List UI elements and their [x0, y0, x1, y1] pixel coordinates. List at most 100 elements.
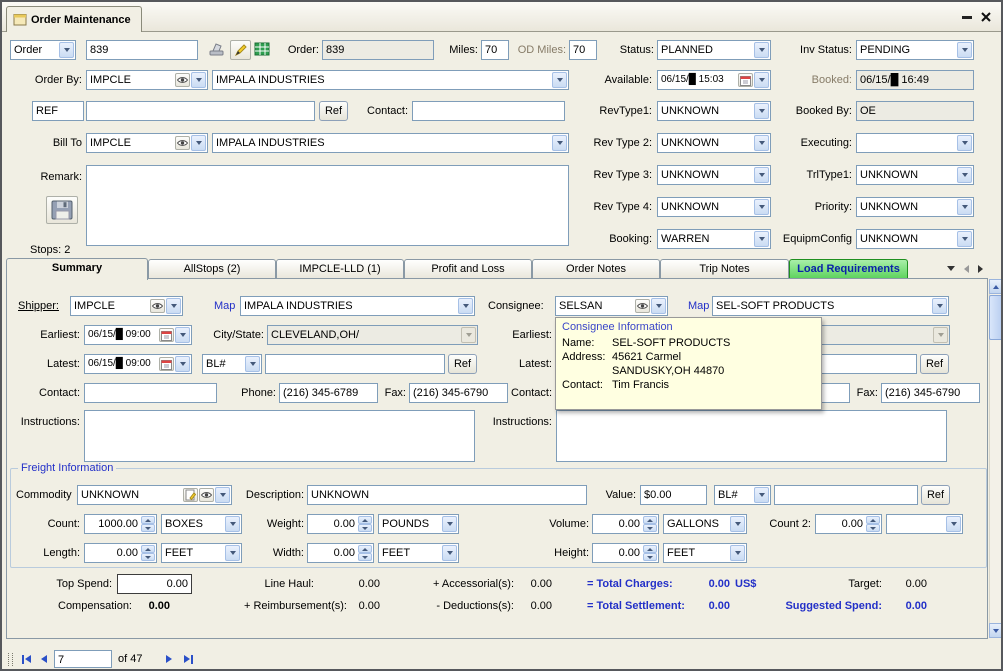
top-spend-input[interactable]: 0.00	[117, 574, 192, 594]
shipper-map-link[interactable]: Map	[214, 296, 235, 316]
width-stepper[interactable]: 0.00	[307, 543, 374, 563]
spin-up-icon[interactable]	[141, 516, 155, 524]
tab-summary[interactable]: Summary	[6, 258, 148, 280]
chevron-down-icon[interactable]	[225, 516, 240, 532]
shipper-instructions-textarea[interactable]	[84, 410, 475, 462]
shipper-latest-date-picker[interactable]: 06/15/█ 09:00	[84, 354, 192, 374]
spin-down-icon[interactable]	[141, 553, 155, 561]
length-unit-select[interactable]: FEET	[161, 543, 242, 563]
shipper-earliest-date-picker[interactable]: 06/15/█ 09:00	[84, 325, 192, 345]
chevron-down-icon[interactable]	[166, 298, 181, 314]
chevron-down-icon[interactable]	[458, 298, 473, 314]
inv-status-select[interactable]: PENDING	[856, 40, 974, 60]
consignee-map-link[interactable]: Map	[688, 296, 709, 316]
chevron-down-icon[interactable]	[957, 199, 972, 215]
ref-button[interactable]: Ref	[319, 101, 348, 121]
window-title-tab[interactable]: Order Maintenance	[6, 6, 142, 32]
consignee-instructions-textarea[interactable]	[556, 410, 947, 462]
spin-up-icon[interactable]	[141, 545, 155, 553]
spinner-buttons[interactable]	[141, 545, 155, 561]
highlighter-icon[interactable]	[230, 40, 251, 60]
volume-stepper[interactable]: 0.00	[592, 514, 659, 534]
count2-unit-select[interactable]	[886, 514, 963, 534]
stamp-icon[interactable]	[208, 41, 226, 57]
spin-up-icon[interactable]	[358, 545, 372, 553]
lookup-eye-icon[interactable]	[199, 488, 214, 502]
tab-scroll-left[interactable]	[959, 261, 974, 276]
tab-impcle-lld[interactable]: IMPCLE-LLD (1)	[276, 259, 404, 279]
order-by-code-select[interactable]: IMPCLE	[86, 70, 208, 90]
count-stepper[interactable]: 1000.00	[84, 514, 157, 534]
description-input[interactable]: UNKNOWN	[307, 485, 587, 505]
order-search-input[interactable]: 839	[86, 40, 198, 60]
weight-stepper[interactable]: 0.00	[307, 514, 374, 534]
ref-number-input[interactable]	[86, 101, 315, 121]
calendar-icon[interactable]	[159, 357, 174, 371]
consignee-code-select[interactable]: SELSAN	[555, 296, 668, 316]
calendar-icon[interactable]	[159, 328, 174, 342]
chevron-down-icon[interactable]	[730, 516, 745, 532]
priority-select[interactable]: UNKNOWN	[856, 197, 974, 217]
commodity-select[interactable]: UNKNOWN	[77, 485, 232, 505]
scroll-down-icon[interactable]	[989, 623, 1003, 638]
scrollbar-thumb[interactable]	[989, 295, 1003, 340]
order-by-name-select[interactable]: IMPALA INDUSTRIES	[212, 70, 569, 90]
record-first-button[interactable]	[17, 651, 35, 667]
chevron-down-icon[interactable]	[215, 487, 230, 503]
spin-down-icon[interactable]	[643, 524, 657, 532]
bill-to-code-select[interactable]: IMPCLE	[86, 133, 208, 153]
spinner-buttons[interactable]	[141, 516, 155, 532]
spinner-buttons[interactable]	[643, 516, 657, 532]
shipper-contact-input[interactable]	[84, 383, 217, 403]
height-stepper[interactable]: 0.00	[592, 543, 659, 563]
consignee-ref-button[interactable]: Ref	[920, 354, 949, 374]
tab-scroll-right[interactable]	[973, 261, 988, 276]
count2-stepper[interactable]: 0.00	[815, 514, 882, 534]
spinner-buttons[interactable]	[358, 516, 372, 532]
freight-bl-type-select[interactable]: BL#	[714, 485, 771, 505]
chevron-down-icon[interactable]	[59, 42, 74, 58]
tab-allstops[interactable]: AllStops (2)	[148, 259, 276, 279]
tab-list-button[interactable]	[943, 261, 958, 276]
miles-field[interactable]: 70	[481, 40, 509, 60]
freight-ref-button[interactable]: Ref	[921, 485, 950, 505]
scroll-up-icon[interactable]	[989, 279, 1003, 294]
ref-type-field[interactable]: REF	[32, 101, 84, 121]
tab-trip-notes[interactable]: Trip Notes	[660, 259, 789, 279]
mode-select[interactable]: Order	[10, 40, 76, 60]
bill-to-name-select[interactable]: IMPALA INDUSTRIES	[212, 133, 569, 153]
spin-down-icon[interactable]	[141, 524, 155, 532]
close-icon[interactable]	[980, 11, 992, 23]
shipper-name-select[interactable]: IMPALA INDUSTRIES	[240, 296, 475, 316]
length-stepper[interactable]: 0.00	[84, 543, 157, 563]
record-number-input[interactable]: 7	[54, 650, 112, 668]
shipper-ref-button[interactable]: Ref	[448, 354, 477, 374]
lookup-eye-icon[interactable]	[175, 73, 190, 87]
chevron-down-icon[interactable]	[957, 135, 972, 151]
chevron-down-icon[interactable]	[225, 545, 240, 561]
tab-profit-and-loss[interactable]: Profit and Loss	[404, 259, 532, 279]
lookup-eye-icon[interactable]	[175, 136, 190, 150]
spin-up-icon[interactable]	[866, 516, 880, 524]
volume-unit-select[interactable]: GALLONS	[663, 514, 747, 534]
tab-load-requirements[interactable]: Load Requirements	[789, 259, 908, 279]
lookup-eye-icon[interactable]	[635, 299, 650, 313]
chevron-down-icon[interactable]	[245, 356, 260, 372]
weight-unit-select[interactable]: POUNDS	[378, 514, 459, 534]
record-prev-button[interactable]	[35, 651, 53, 667]
contact-input[interactable]	[412, 101, 565, 121]
chevron-down-icon[interactable]	[730, 545, 745, 561]
value-input[interactable]: $0.00	[640, 485, 707, 505]
count-unit-select[interactable]: BOXES	[161, 514, 242, 534]
spin-up-icon[interactable]	[643, 545, 657, 553]
equip-config-select[interactable]: UNKNOWN	[856, 229, 974, 249]
spin-down-icon[interactable]	[358, 553, 372, 561]
notepad-edit-icon[interactable]	[183, 488, 198, 502]
od-miles-field[interactable]: 70	[569, 40, 597, 60]
consignee-name-select[interactable]: SEL-SOFT PRODUCTS	[712, 296, 949, 316]
height-unit-select[interactable]: FEET	[663, 543, 747, 563]
record-last-button[interactable]	[180, 651, 198, 667]
executing-select[interactable]	[856, 133, 974, 153]
trltype1-select[interactable]: UNKNOWN	[856, 165, 974, 185]
chevron-down-icon[interactable]	[946, 516, 961, 532]
